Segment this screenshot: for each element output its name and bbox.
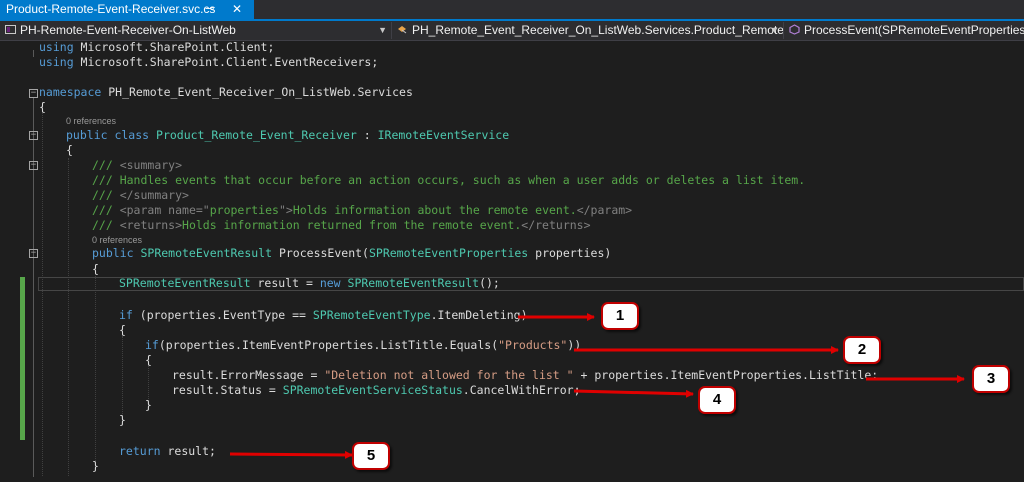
code-line-result-declaration: SPRemoteEventResult result = new SPRemot…	[119, 276, 500, 290]
code-line-brace: }	[92, 459, 99, 473]
code-line-if-listtitle: if(properties.ItemEventProperties.ListTi…	[145, 338, 582, 352]
navigation-bar: PH-Remote-Event-Receiver-On-ListWeb ▼ PH…	[0, 21, 1024, 41]
member-dropdown-label: ProcessEvent(SPRemoteEventProperties pro…	[804, 23, 1024, 37]
annotation-badge-4: 4	[698, 386, 736, 414]
code-line-error-message: result.ErrorMessage = "Deletion not allo…	[172, 368, 879, 382]
code-line-comment: /// <param name="properties">Holds infor…	[92, 203, 633, 217]
code-line-comment: /// </summary>	[92, 188, 189, 202]
code-line-brace: {	[39, 100, 46, 114]
pin-icon[interactable]: ⊸	[205, 0, 214, 19]
class-icon	[398, 26, 407, 34]
annotation-badge-3: 3	[972, 365, 1010, 393]
code-line-brace: {	[119, 323, 126, 337]
annotation-badge-5: 5	[352, 442, 390, 470]
code-editor[interactable]: using Microsoft.SharePoint.Client; using…	[0, 40, 1024, 482]
codelens-references[interactable]: 0 references	[92, 235, 142, 245]
code-line-comment: /// Handles events that occur before an …	[92, 173, 806, 187]
code-line-namespace: namespace PH_Remote_Event_Receiver_On_Li…	[39, 85, 413, 99]
code-line-class-declaration: public class Product_Remote_Event_Receiv…	[66, 128, 510, 142]
active-document-tab[interactable]: Product-Remote-Event-Receiver.svc.cs ⊸ ✕	[0, 0, 254, 19]
codelens-references[interactable]: 0 references	[66, 116, 116, 126]
tab-title: Product-Remote-Event-Receiver.svc.cs	[6, 2, 216, 16]
code-line-using: using Microsoft.SharePoint.Client;	[39, 40, 275, 54]
csharp-project-icon	[5, 25, 16, 34]
code-line-brace: {	[66, 143, 73, 157]
member-dropdown[interactable]: ProcessEvent(SPRemoteEventProperties pro…	[784, 22, 1024, 39]
code-line-brace: {	[92, 262, 99, 276]
chevron-down-icon: ▼	[770, 25, 779, 35]
annotation-badge-2: 2	[843, 336, 881, 364]
code-line-comment: /// <summary>	[92, 158, 183, 172]
code-line-brace: {	[145, 353, 152, 367]
code-line-return: return result;	[119, 444, 216, 458]
annotation-badge-1: 1	[601, 302, 639, 330]
code-line-brace: }	[119, 413, 126, 427]
chevron-down-icon: ▼	[378, 25, 387, 35]
type-dropdown-label: PH_Remote_Event_Receiver_On_ListWeb.Serv…	[412, 23, 784, 37]
type-dropdown[interactable]: PH_Remote_Event_Receiver_On_ListWeb.Serv…	[392, 22, 784, 39]
code-line-brace: }	[145, 398, 152, 412]
method-icon	[789, 24, 800, 35]
document-tab-bar: Product-Remote-Event-Receiver.svc.cs ⊸ ✕	[0, 0, 1024, 21]
close-icon[interactable]: ✕	[232, 0, 242, 19]
code-line-using: using Microsoft.SharePoint.Client.EventR…	[39, 55, 379, 69]
code-line-if-eventtype: if (properties.EventType == SPRemoteEven…	[119, 308, 528, 322]
project-dropdown-label: PH-Remote-Event-Receiver-On-ListWeb	[20, 23, 236, 37]
code-line-status: result.Status = SPRemoteEventServiceStat…	[172, 383, 581, 397]
project-dropdown[interactable]: PH-Remote-Event-Receiver-On-ListWeb ▼	[0, 22, 392, 39]
code-line-method-declaration: public SPRemoteEventResult ProcessEvent(…	[92, 246, 612, 260]
code-line-comment: /// <returns>Holds information returned …	[92, 218, 591, 232]
